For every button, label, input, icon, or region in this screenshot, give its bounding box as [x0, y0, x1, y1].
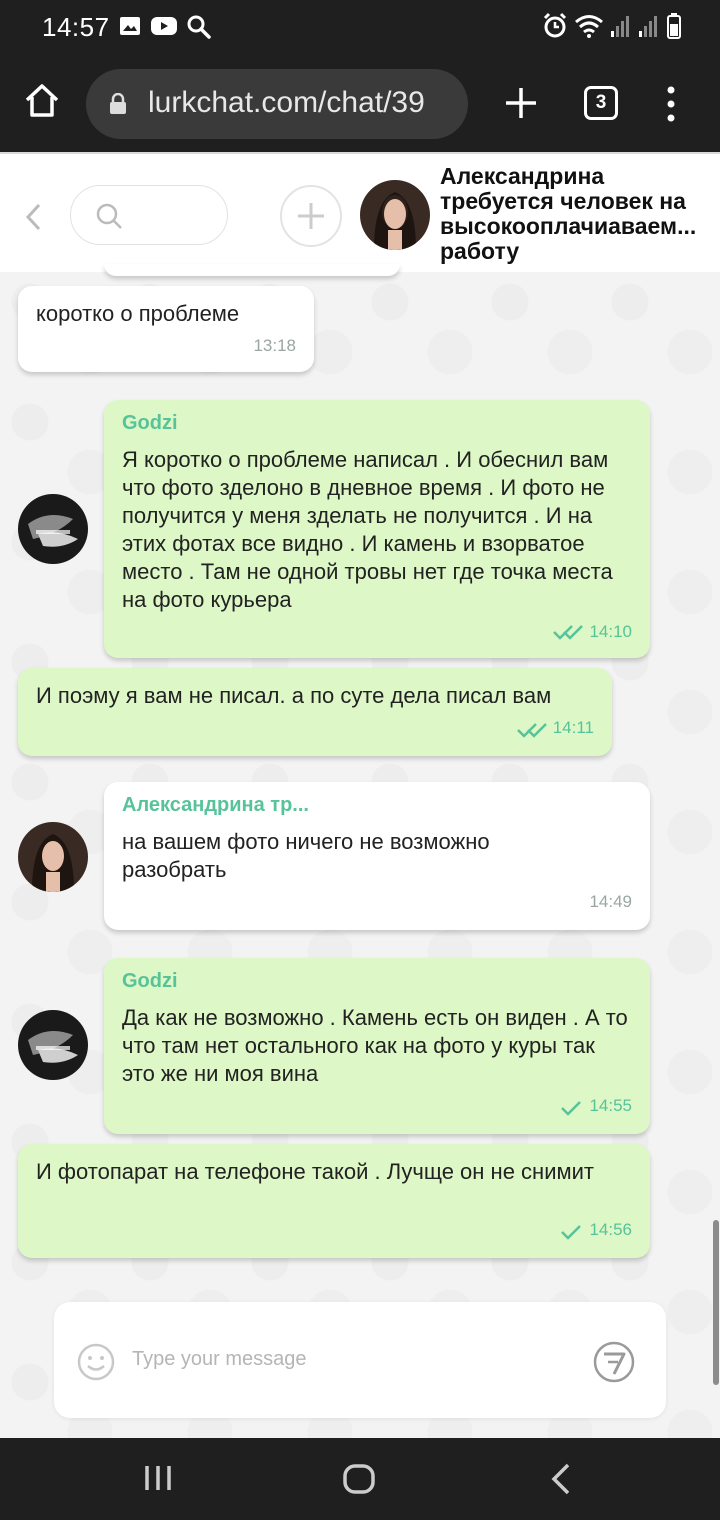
- message-text: Я коротко о проблеме написал . И обеснил…: [122, 447, 613, 612]
- message-text: коротко о проблеме: [36, 301, 240, 326]
- chat-title: Александрина требуется человек на высоко…: [440, 163, 697, 264]
- message-bubble[interactable]: Александрина тр... на вашем фото ничего …: [104, 782, 650, 930]
- signal-icon: [611, 16, 629, 37]
- search-icon: [96, 203, 122, 229]
- chat-page: Александрина требуется человек на высоко…: [0, 152, 720, 1438]
- user-avatar[interactable]: [18, 494, 88, 564]
- home-icon[interactable]: [22, 80, 62, 120]
- back-icon[interactable]: [22, 202, 44, 232]
- url-text: lurkchat.com/chat/39: [148, 86, 425, 119]
- emoji-icon[interactable]: [76, 1342, 116, 1382]
- home-nav-icon[interactable]: [342, 1462, 376, 1496]
- search-input[interactable]: [70, 185, 228, 245]
- chat-header: Александрина требуется человек на высоко…: [0, 152, 720, 272]
- scrollbar[interactable]: [713, 1220, 719, 1385]
- message-sender: Godzi: [122, 970, 178, 992]
- check-icon: [561, 1225, 581, 1240]
- status-bar: 14:57: [0, 0, 720, 56]
- battery-icon: [667, 13, 681, 39]
- message-text: Да как не возможно . Камень есть он виде…: [122, 1005, 628, 1086]
- message-time: 14:11: [552, 718, 594, 737]
- signal-icon: [639, 16, 657, 37]
- message-bubble[interactable]: И поэму я вам не писал. а по суте дела п…: [18, 668, 612, 756]
- message-bubble[interactable]: Godzi Да как не возможно . Камень есть о…: [104, 958, 650, 1134]
- back-nav-icon[interactable]: [548, 1462, 574, 1496]
- check-icon: [561, 1101, 581, 1116]
- status-time: 14:57: [42, 12, 110, 42]
- tab-switcher-button[interactable]: 3: [584, 86, 618, 120]
- message-time: 14:49: [589, 892, 632, 911]
- message-composer[interactable]: Type your message: [54, 1302, 666, 1418]
- recents-icon[interactable]: [142, 1462, 174, 1494]
- search-icon: [187, 15, 211, 39]
- message-input[interactable]: Type your message: [132, 1348, 307, 1371]
- message-sender: Александрина тр...: [122, 794, 309, 816]
- message-text: И фотопарат на телефоне такой . Лучще он…: [36, 1159, 594, 1184]
- system-nav-bar: [0, 1438, 720, 1520]
- message-time: 14:55: [589, 1096, 632, 1115]
- message-sender: Godzi: [122, 412, 178, 434]
- message-time: 14:56: [589, 1220, 632, 1239]
- message-list[interactable]: коротко о проблеме 13:18 Godzi Я коротко…: [0, 264, 720, 1438]
- double-check-icon: [553, 625, 583, 640]
- wifi-icon: [575, 15, 603, 38]
- lock-icon: [110, 93, 126, 114]
- message-time: 14:10: [589, 622, 632, 641]
- message-bubble[interactable]: коротко о проблеме 13:18: [18, 286, 314, 372]
- partial-message: [104, 264, 400, 276]
- send-icon[interactable]: [592, 1340, 636, 1384]
- new-tab-icon[interactable]: [502, 84, 540, 122]
- message-bubble[interactable]: И фотопарат на телефоне такой . Лучще он…: [18, 1144, 650, 1258]
- user-avatar[interactable]: [18, 1010, 88, 1080]
- contact-avatar[interactable]: [360, 180, 430, 250]
- browser-toolbar: lurkchat.com/chat/39 3: [0, 56, 720, 152]
- add-chat-button[interactable]: [280, 185, 342, 247]
- contact-avatar[interactable]: [18, 822, 88, 892]
- more-menu-icon[interactable]: [662, 84, 680, 124]
- address-bar[interactable]: lurkchat.com/chat/39: [86, 69, 468, 139]
- image-icon: [120, 17, 140, 35]
- message-bubble[interactable]: Godzi Я коротко о проблеме написал . И о…: [104, 400, 650, 658]
- message-text: на вашем фото ничего не возможно разобра…: [122, 829, 490, 882]
- message-text: И поэму я вам не писал. а по суте дела п…: [36, 683, 552, 708]
- double-check-icon: [517, 723, 547, 738]
- plus-icon: [298, 203, 324, 229]
- message-time: 13:18: [253, 336, 296, 355]
- alarm-icon: [543, 12, 567, 38]
- youtube-icon: [151, 17, 177, 35]
